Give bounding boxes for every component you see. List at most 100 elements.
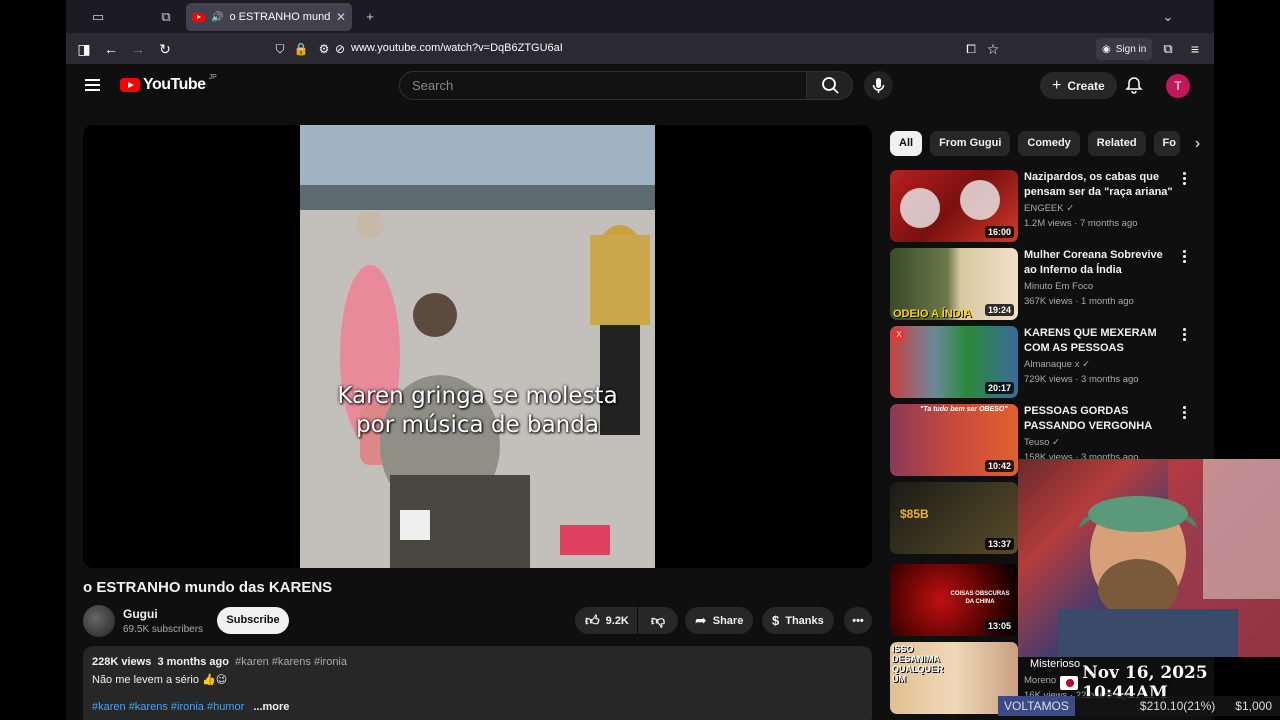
youtube-logo[interactable]: YouTube JP — [120, 73, 217, 94]
chip-comedy[interactable]: Comedy — [1018, 131, 1080, 156]
thumbnail-text: $85B — [900, 507, 929, 521]
microphone-icon — [872, 78, 885, 93]
thumbnail-text: "Ta tudo bem ser OBESO" — [920, 406, 1008, 413]
channel-name[interactable]: Minuto Em Foco — [1024, 281, 1093, 292]
more-actions-button[interactable]: ••• — [844, 607, 872, 634]
video-title[interactable]: Mulher Coreana Sobrevive ao Inferno da Í… — [1024, 248, 1176, 278]
video-thumbnail[interactable]: "Ta tudo bem ser OBESO" 10:42 — [890, 404, 1018, 476]
speaker-icon[interactable]: 🔊 — [211, 12, 223, 23]
chip-from-gugui[interactable]: From Gugui — [930, 131, 1011, 156]
account-icon: ◉ — [1102, 43, 1111, 55]
show-more-link[interactable]: ...more — [253, 701, 289, 713]
stream-clock: Nov 16, 2025 10:44AM — [1060, 663, 1280, 703]
share-icon: ➦ — [695, 612, 707, 628]
more-options-icon[interactable] — [1183, 172, 1187, 186]
create-button[interactable]: + Create — [1040, 72, 1117, 99]
voice-search-button[interactable] — [864, 71, 893, 100]
video-meta: 367K views · 1 month ago — [1024, 296, 1134, 307]
more-options-icon[interactable] — [1183, 406, 1187, 420]
tab-active[interactable]: 🔊 o ESTRANHO mundo das KARENS ✕ — [186, 3, 352, 31]
more-horizontal-icon: ••• — [852, 614, 864, 627]
shield-icon[interactable]: ⛉ — [270, 39, 290, 59]
sign-in-button[interactable]: ◉ Sign in — [1096, 38, 1153, 60]
thumbnail-text: ISSO DESANIMA QUALQUER UM — [892, 644, 944, 684]
menu-icon[interactable]: ≡ — [1185, 39, 1205, 59]
sidebar-icon[interactable]: ◨ — [74, 39, 94, 59]
video-thumbnail[interactable]: 16:00 — [890, 170, 1018, 242]
channel-avatar[interactable] — [83, 605, 115, 637]
tab-overview-icon[interactable]: ⧉ — [156, 7, 176, 27]
logo-wordmark: YouTube — [143, 76, 206, 93]
bookmark-star-icon[interactable]: ☆ — [983, 39, 1003, 59]
reload-icon[interactable]: ↻ — [155, 39, 175, 59]
lock-icon[interactable]: 🔒 — [291, 39, 311, 59]
hamburger-menu-icon[interactable] — [85, 79, 100, 91]
share-button[interactable]: ➦ Share — [685, 607, 754, 634]
chip-all[interactable]: All — [890, 131, 923, 156]
video-thumbnail[interactable]: $85B 13:37 — [890, 482, 1018, 554]
channel-name[interactable]: Almanaque x ✓ — [1024, 359, 1090, 370]
forward-icon[interactable]: → — [128, 39, 148, 59]
video-scene — [300, 125, 655, 568]
user-avatar[interactable]: T — [1166, 74, 1190, 98]
region-code: JP — [208, 73, 217, 81]
subscriber-count: 69.5K subscribers — [123, 624, 204, 635]
extensions-icon[interactable]: ⧉ — [1158, 39, 1178, 59]
video-thumbnail[interactable]: ODEIO A ÍNDIA 19:24 — [890, 248, 1018, 320]
video-caption-line-1: Karen gringa se molesta — [337, 383, 618, 409]
video-title: o ESTRANHO mundo das KARENS — [83, 579, 333, 596]
video-thumbnail[interactable]: X 20:17 — [890, 326, 1018, 398]
tracking-off-icon[interactable]: ⊘ — [330, 39, 350, 59]
recommendation-card[interactable]: X 20:17 KARENS QUE MEXERAM COM AS PESSOA… — [890, 326, 1190, 398]
header-hashtags[interactable]: #karen #karens #ironia — [235, 656, 347, 668]
recommendation-card[interactable]: 16:00 Nazipardos, os cabas que pensam se… — [890, 170, 1190, 242]
more-options-icon[interactable] — [1183, 328, 1187, 342]
search-button[interactable] — [806, 71, 853, 100]
japan-flag-icon — [1060, 676, 1079, 690]
youtube-play-icon — [120, 78, 140, 92]
tab-list-chevron-icon[interactable]: ⌄ — [1158, 7, 1178, 27]
dislike-button[interactable]: 👎︎ — [638, 607, 678, 634]
share-label: Share — [712, 614, 744, 627]
notifications-bell-icon[interactable] — [1124, 75, 1144, 95]
subscribe-button[interactable]: Subscribe — [217, 607, 289, 634]
close-x-icon: X — [893, 329, 905, 341]
sidebar-toggle-icon[interactable]: ▭ — [88, 7, 108, 27]
chips-next-chevron-icon[interactable]: › — [1188, 131, 1208, 156]
webcam-scene — [1058, 459, 1280, 657]
description-box[interactable]: 228K views 3 months ago #karen #karens #… — [83, 646, 872, 720]
channel-name[interactable]: Teuso ✓ — [1024, 437, 1060, 448]
video-title[interactable]: PESSOAS GORDAS PASSANDO VERGONHA — [1024, 404, 1176, 434]
chip-related[interactable]: Related — [1087, 131, 1146, 156]
footer-hashtags[interactable]: #karen #karens #ironia #humor — [92, 701, 244, 713]
video-thumbnail[interactable]: COISAS OBSCURAS DA CHINA 13:05 — [890, 564, 1018, 636]
close-tab-icon[interactable]: ✕ — [336, 10, 346, 24]
tab-title: o ESTRANHO mundo das KARENS — [229, 11, 330, 23]
recommendation-card[interactable]: ODEIO A ÍNDIA 19:24 Mulher Coreana Sobre… — [890, 248, 1190, 320]
new-tab-icon[interactable]: + — [360, 7, 380, 27]
thanks-icon: $ — [772, 613, 780, 628]
channel-name[interactable]: ENGEEK ✓ — [1024, 203, 1074, 214]
url-bar[interactable]: www.youtube.com/watch?v=DqB6ZTGU6aI — [351, 42, 563, 54]
search-input[interactable]: Search — [399, 71, 807, 100]
channel-name[interactable]: Moreno — [1024, 675, 1056, 686]
video-title[interactable]: Nazipardos, os cabas que pensam ser da "… — [1024, 170, 1176, 200]
verified-icon: ✓ — [1052, 437, 1060, 448]
chip-truncated[interactable]: Fo — [1153, 131, 1180, 156]
picture-in-picture-icon[interactable]: ⧠ — [961, 39, 981, 59]
more-options-icon[interactable] — [1183, 250, 1187, 264]
video-player[interactable]: Karen gringa se molesta por música de ba… — [83, 125, 872, 568]
youtube-header: YouTube JP Search + Create T — [66, 64, 1214, 108]
video-meta: 1.2M views · 7 months ago — [1024, 218, 1138, 229]
ticker-goal: $1,000 — [1235, 699, 1272, 713]
thumbnail-text: COISAS OBSCURAS DA CHINA — [950, 591, 1010, 605]
back-icon[interactable]: ← — [101, 39, 121, 59]
navigation-bar: ◨ ← → ↻ ⛉ 🔒 ⚙ ⊘ www.youtube.com/watch?v=… — [66, 33, 1214, 64]
ticker-value: $210.10(21%) — [1139, 699, 1216, 713]
like-button[interactable]: 👍︎ 9.2K — [575, 607, 637, 634]
tab-strip: ▭ ⧉ 🔊 o ESTRANHO mundo das KARENS ✕ + ⌄ — [66, 0, 1214, 33]
channel-name[interactable]: Gugui — [123, 607, 158, 621]
video-title[interactable]: KARENS QUE MEXERAM COM AS PESSOAS ERRADA… — [1024, 326, 1176, 356]
plus-icon: + — [1052, 76, 1062, 94]
thanks-button[interactable]: $ Thanks — [762, 607, 834, 634]
